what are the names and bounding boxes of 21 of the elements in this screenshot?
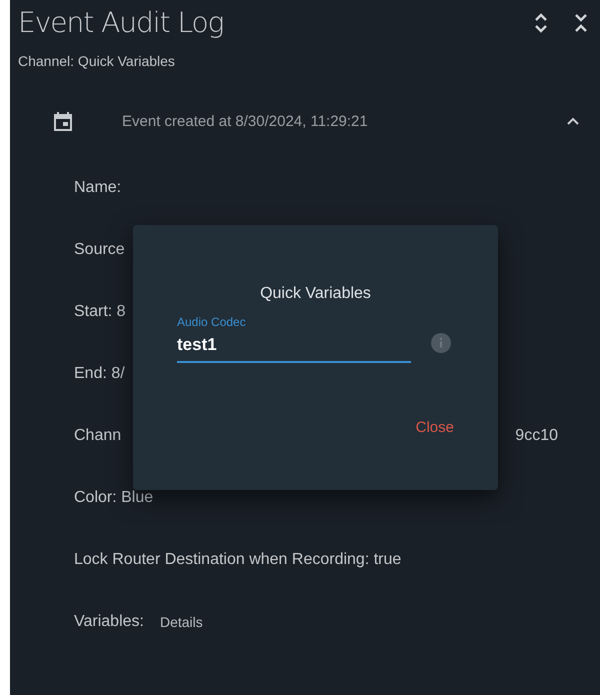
detail-text: End: 8/ [74, 365, 125, 383]
detail-text: Color: Blue [74, 489, 154, 507]
detail-text: Source [74, 241, 125, 259]
detail-text: Variables: [74, 613, 144, 631]
calendar-icon [54, 111, 72, 131]
detail-text: Lock Router Destination when Recording: true [74, 551, 402, 569]
close-button[interactable]: Close [408, 415, 462, 440]
detail-text: 9cc10 [515, 427, 558, 445]
info-icon[interactable] [431, 333, 451, 353]
dialog-title: Quick Variables [259, 285, 372, 303]
detail-text: Chann [74, 427, 122, 445]
expand-all-icon[interactable] [534, 12, 548, 34]
page-title: Event Audit Log [18, 6, 224, 39]
details-button[interactable]: Details [158, 612, 205, 632]
audio-codec-field[interactable]: Audio Codec test1 [177, 315, 411, 363]
collapse-all-icon[interactable] [574, 12, 588, 34]
detail-text: Start: 8 [74, 303, 126, 321]
detail-text: Name: [74, 179, 122, 197]
event-title: Event created at 8/30/2024, 11:29:21 [121, 112, 369, 130]
channel-subtitle: Channel: Quick Variables [18, 52, 176, 69]
event-header[interactable]: Event created at 8/30/2024, 11:29:21 [10, 111, 600, 131]
